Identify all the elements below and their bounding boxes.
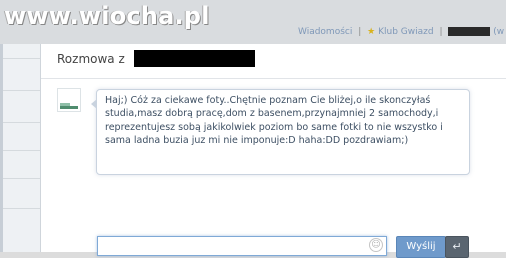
avatar-image-detail	[60, 106, 78, 109]
nav-separator: |	[439, 27, 443, 37]
conversation-header: Rozmowa z	[41, 44, 506, 79]
message-input[interactable]	[97, 236, 387, 256]
message-text: Haj;) Cóż za ciekawe foty..Chętnie pozna…	[105, 95, 443, 146]
nav-separator: |	[358, 27, 362, 37]
send-button[interactable]: Wyślij	[396, 236, 446, 258]
avatar[interactable]	[57, 88, 81, 112]
conversation-panel: Rozmowa z Haj;) Cóż za ciekawe foty..Chę…	[40, 44, 506, 258]
message-bubble: Haj;) Cóż za ciekawe foty..Chętnie pozna…	[91, 89, 470, 175]
conversation-title: Rozmowa z	[57, 52, 125, 66]
messages-link[interactable]: Wiadomości	[298, 27, 352, 37]
divider	[0, 178, 40, 179]
redacted-username	[448, 27, 491, 36]
divider	[0, 208, 40, 209]
divider	[0, 150, 40, 151]
enter-toggle-icon[interactable]: ↵	[445, 236, 469, 258]
watermark-logo: www.wiocha.pl	[4, 2, 210, 30]
panel-edge	[0, 40, 3, 252]
nav-tail-text: (w	[493, 27, 505, 37]
star-icon: ★	[367, 27, 376, 37]
divider	[0, 58, 40, 59]
bubble-pointer	[91, 99, 97, 109]
divider	[0, 122, 40, 123]
top-nav: Wiadomości | ★ Klub Gwiazd | (w	[298, 27, 504, 37]
divider	[0, 90, 40, 91]
redacted-recipient-name	[134, 50, 255, 67]
smiley-icon[interactable]: ☺	[369, 238, 383, 252]
club-link[interactable]: Klub Gwiazd	[378, 27, 433, 37]
